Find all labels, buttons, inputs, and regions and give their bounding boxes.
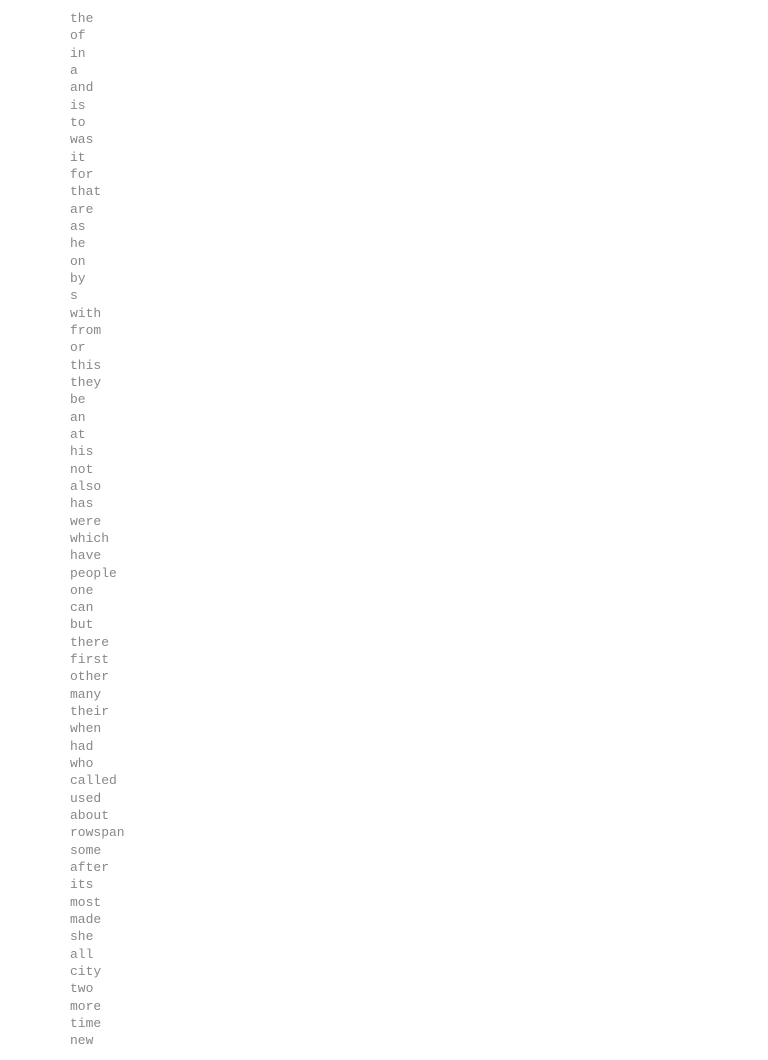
list-item: of	[70, 27, 768, 44]
list-item: on	[70, 253, 768, 270]
list-item: they	[70, 374, 768, 391]
list-item: who	[70, 755, 768, 772]
list-item: there	[70, 634, 768, 651]
list-item: as	[70, 218, 768, 235]
list-item: when	[70, 720, 768, 737]
list-item: be	[70, 391, 768, 408]
list-item: some	[70, 842, 768, 859]
list-item: but	[70, 616, 768, 633]
list-item: that	[70, 183, 768, 200]
list-item: many	[70, 686, 768, 703]
list-item: the	[70, 10, 768, 27]
list-item: were	[70, 513, 768, 530]
list-item: also	[70, 478, 768, 495]
list-item: can	[70, 599, 768, 616]
list-item: was	[70, 131, 768, 148]
list-item: city	[70, 963, 768, 980]
list-item: at	[70, 426, 768, 443]
list-item: and	[70, 79, 768, 96]
list-item: by	[70, 270, 768, 287]
list-item: an	[70, 409, 768, 426]
list-item: he	[70, 235, 768, 252]
list-item: called	[70, 772, 768, 789]
list-item: more	[70, 998, 768, 1015]
list-item: other	[70, 668, 768, 685]
list-item: about	[70, 807, 768, 824]
list-item: made	[70, 911, 768, 928]
list-item: his	[70, 443, 768, 460]
list-item: it	[70, 149, 768, 166]
list-item: first	[70, 651, 768, 668]
list-item: for	[70, 166, 768, 183]
list-item: its	[70, 876, 768, 893]
list-item: which	[70, 530, 768, 547]
list-item: rowspan	[70, 824, 768, 841]
list-item: from	[70, 322, 768, 339]
list-item: had	[70, 738, 768, 755]
list-item: s	[70, 287, 768, 304]
list-item: has	[70, 495, 768, 512]
list-item: not	[70, 461, 768, 478]
list-item: this	[70, 357, 768, 374]
list-item: new	[70, 1032, 768, 1049]
list-item: in	[70, 45, 768, 62]
word-list: theofinaandistowasitforthatareasheonbysw…	[70, 10, 768, 1050]
list-item: after	[70, 859, 768, 876]
list-item: most	[70, 894, 768, 911]
list-item: or	[70, 339, 768, 356]
list-item: their	[70, 703, 768, 720]
list-item: people	[70, 565, 768, 582]
list-item: with	[70, 305, 768, 322]
list-item: have	[70, 547, 768, 564]
list-item: is	[70, 97, 768, 114]
list-item: she	[70, 928, 768, 945]
list-item: one	[70, 582, 768, 599]
list-item: used	[70, 790, 768, 807]
list-item: two	[70, 980, 768, 997]
list-item: are	[70, 201, 768, 218]
list-item: to	[70, 114, 768, 131]
list-item: a	[70, 62, 768, 79]
list-item: all	[70, 946, 768, 963]
